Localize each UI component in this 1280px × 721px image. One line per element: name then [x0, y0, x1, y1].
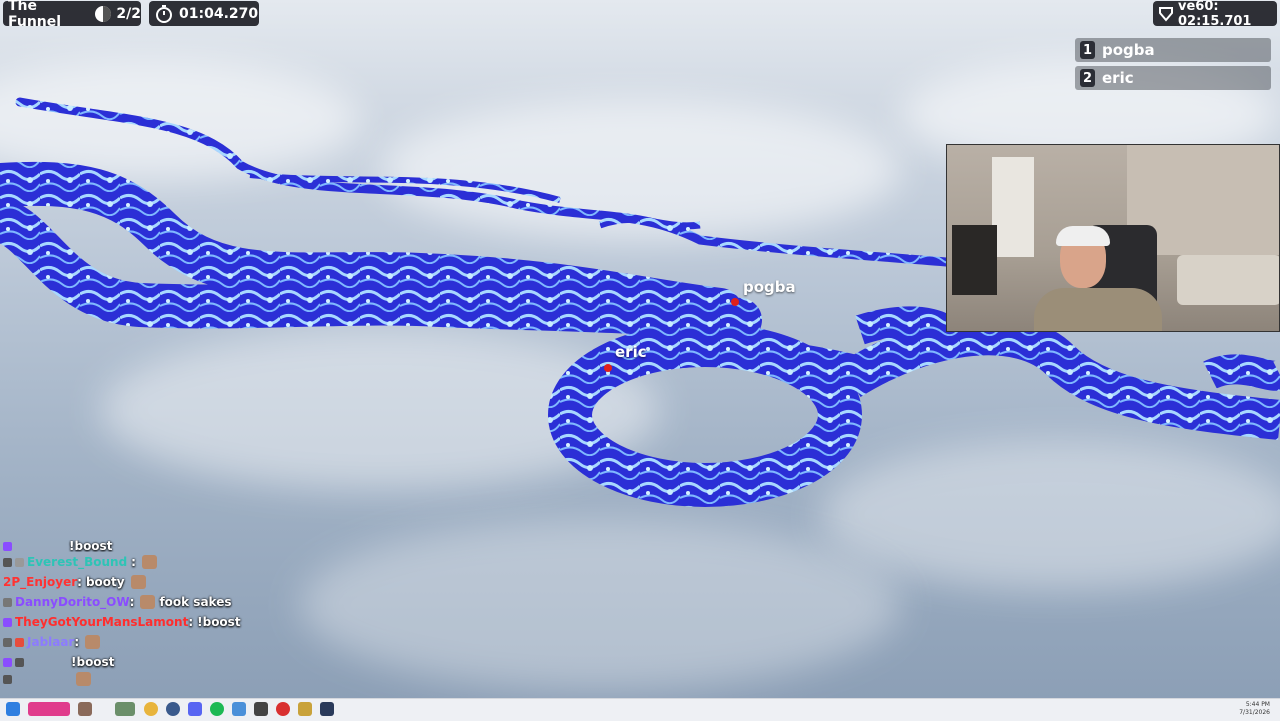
- app-icon[interactable]: [298, 702, 312, 716]
- badge-icon: [3, 597, 12, 607]
- chat-text: !boost: [197, 615, 241, 629]
- chat-user: DannyDorito_OW: [15, 595, 130, 609]
- avatar-icon[interactable]: [78, 702, 92, 716]
- app-icon[interactable]: [232, 702, 246, 716]
- windows-taskbar: 5:44 PM 7/31/2026: [0, 698, 1280, 721]
- lap-icon: [94, 5, 112, 23]
- chat-message: TheyGotYourMansLamont: !boost: [3, 612, 303, 632]
- player-marker-eric: [604, 364, 612, 372]
- tray-date: 7/31/2026: [1239, 709, 1270, 716]
- chat-user: TheyGotYourMansLamont: [15, 615, 189, 629]
- webcam-person-body: [1034, 288, 1162, 331]
- badge-icon: [3, 617, 12, 627]
- chat-text: !boost: [71, 655, 115, 669]
- chat-text: !boost: [69, 540, 113, 552]
- chat-overlay: !boost Everest_Bound: 2P_Enjoyer: booty …: [3, 540, 303, 686]
- badge-icon: [15, 657, 24, 667]
- chat-text: fook sakes: [159, 595, 232, 609]
- chat-user: Everest_Bound: [27, 555, 128, 569]
- chat-message: Jablaar:: [3, 632, 303, 652]
- twitch-app-icon[interactable]: [28, 702, 70, 716]
- lap-counter: 2/2: [116, 5, 141, 22]
- webcam-couch: [1177, 255, 1279, 305]
- emote-icon: [130, 575, 146, 589]
- tray-time: 5:44 PM: [1245, 701, 1270, 708]
- nametag-eric: eric: [615, 343, 647, 361]
- badge-icon: [3, 674, 12, 684]
- webcam-door: [992, 157, 1034, 257]
- chrome-icon[interactable]: [144, 702, 158, 716]
- leaderboard-row: 2 eric: [1075, 66, 1271, 90]
- emote-icon: [141, 555, 157, 569]
- spotify-icon[interactable]: [210, 702, 224, 716]
- discord-icon[interactable]: [188, 702, 202, 716]
- player-marker-pogba: [731, 298, 739, 306]
- leaderboard-row: 1 pogba: [1075, 38, 1271, 62]
- app-icon[interactable]: [320, 702, 334, 716]
- map-name: The Funnel: [8, 0, 62, 30]
- map-lap-panel: The Funnel 2/2: [3, 0, 141, 30]
- system-tray-clock[interactable]: 5:44 PM 7/31/2026: [1239, 701, 1270, 717]
- webcam-person-cap: [1056, 226, 1110, 246]
- timer-panel: 01:04.270: [149, 1, 259, 26]
- leaderboard-name: pogba: [1102, 41, 1155, 59]
- chat-text: booty: [85, 575, 125, 589]
- emote-icon: [140, 595, 156, 609]
- badge-icon: [3, 657, 12, 667]
- app-icon[interactable]: [166, 702, 180, 716]
- chat-message: [3, 672, 303, 686]
- world-record-text: ve60: 02:15.701: [1178, 0, 1252, 29]
- chat-message: DannyDorito_OW: fook sakes: [3, 592, 303, 612]
- nametag-pogba: pogba: [743, 278, 796, 296]
- world-record-panel: ve60: 02:15.701: [1153, 0, 1277, 29]
- emote-icon: [85, 635, 101, 649]
- webcam-overlay: [946, 144, 1280, 332]
- app-icon[interactable]: [115, 702, 135, 716]
- trophy-icon: [1158, 6, 1174, 22]
- chat-message: !boost: [3, 652, 303, 672]
- badge-icon: [15, 557, 24, 567]
- leaderboard-name: eric: [1102, 69, 1134, 87]
- leaderboard-rank: 1: [1080, 41, 1095, 59]
- badge-icon: [15, 637, 24, 647]
- webcam-person: [1034, 226, 1162, 331]
- emote-icon: [76, 672, 91, 686]
- leaderboard-rank: 2: [1080, 69, 1095, 87]
- chat-message: Everest_Bound:: [3, 552, 303, 572]
- start-icon[interactable]: [6, 702, 20, 716]
- chat-user: Jablaar: [27, 635, 75, 649]
- badge-icon: [3, 637, 12, 647]
- chat-message: 2P_Enjoyer: booty: [3, 572, 303, 592]
- stopwatch-icon: [155, 4, 173, 23]
- obs-icon[interactable]: [276, 702, 290, 716]
- chat-message: !boost: [3, 540, 303, 552]
- chat-user: 2P_Enjoyer: [3, 575, 78, 589]
- badge-icon: [3, 557, 12, 567]
- badge-icon: [3, 541, 12, 551]
- app-icon[interactable]: [254, 702, 268, 716]
- race-timer: 01:04.270: [179, 5, 259, 22]
- webcam-shelf: [952, 225, 997, 295]
